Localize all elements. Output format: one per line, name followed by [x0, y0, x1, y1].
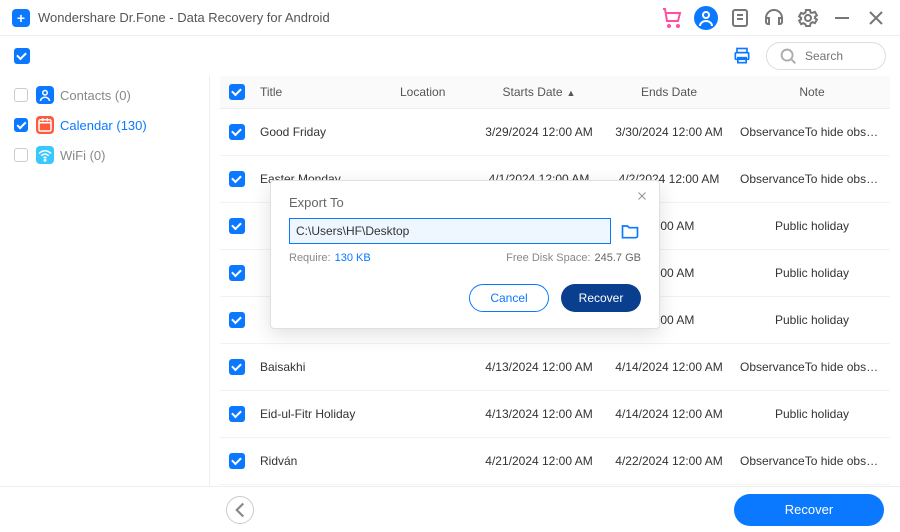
sidebar-item-label: WiFi (0): [60, 148, 106, 163]
search-box[interactable]: [766, 42, 886, 70]
col-starts[interactable]: Starts Date▲: [474, 76, 604, 109]
folder-icon: [619, 221, 641, 241]
sidebar-item-calendar[interactable]: Calendar (130): [14, 110, 209, 140]
cell-note: Public holiday: [734, 250, 890, 297]
table-row[interactable]: Ridván 4/21/2024 12:00 AM4/22/2024 12:00 …: [220, 438, 890, 485]
minimize-button[interactable]: [830, 6, 854, 30]
table-row[interactable]: Good Friday 3/29/2024 12:00 AM3/30/2024 1…: [220, 109, 890, 156]
search-input[interactable]: [805, 49, 875, 63]
sidebar-item-wifi[interactable]: WiFi (0): [14, 140, 209, 170]
cell-ends: 4/14/2024 12:00 AM: [604, 344, 734, 391]
print-icon[interactable]: [732, 46, 752, 66]
sidebar: Contacts (0) Calendar (130) WiFi (0): [0, 76, 210, 486]
row-checkbox[interactable]: [229, 312, 245, 328]
toolbar: [0, 36, 900, 76]
header-checkbox[interactable]: [229, 84, 245, 100]
col-location[interactable]: Location: [394, 76, 474, 109]
recover-button[interactable]: Recover: [734, 494, 884, 526]
cell-ends: 4/14/2024 12:00 AM: [604, 391, 734, 438]
cell-note: ObservanceTo hide observances, go to...: [734, 109, 890, 156]
cell-note: ObservanceTo hide observances, go to...: [734, 156, 890, 203]
calendar-icon: [36, 116, 54, 134]
close-icon: [635, 189, 649, 203]
cell-location: [394, 344, 474, 391]
support-icon[interactable]: [762, 6, 786, 30]
titlebar: + Wondershare Dr.Fone - Data Recovery fo…: [0, 0, 900, 36]
search-icon: [777, 43, 799, 69]
close-button[interactable]: [864, 6, 888, 30]
col-title[interactable]: Title: [254, 76, 394, 109]
wifi-icon: [36, 146, 54, 164]
contacts-icon: [36, 86, 54, 104]
sidebar-item-label: Calendar (130): [60, 118, 147, 133]
cell-starts: 3/29/2024 12:00 AM: [474, 109, 604, 156]
app-logo-icon: +: [12, 9, 30, 27]
app-title: Wondershare Dr.Fone - Data Recovery for …: [38, 10, 330, 25]
cell-location: [394, 391, 474, 438]
cell-note: Public holiday: [734, 297, 890, 344]
footer: Recover: [0, 486, 900, 532]
cell-title: Eid-ul-Fitr Holiday: [254, 391, 394, 438]
cell-starts: 4/13/2024 12:00 AM: [474, 391, 604, 438]
row-checkbox[interactable]: [229, 218, 245, 234]
free-space-label: Free Disk Space:245.7 GB: [506, 252, 641, 264]
browse-folder-button[interactable]: [619, 221, 641, 241]
row-checkbox[interactable]: [229, 124, 245, 140]
account-icon[interactable]: [694, 6, 718, 30]
require-label: Require:130 KB: [289, 252, 371, 264]
cell-starts: 4/13/2024 12:00 AM: [474, 344, 604, 391]
row-checkbox[interactable]: [229, 359, 245, 375]
modal-recover-button[interactable]: Recover: [561, 284, 641, 312]
cell-note: Public holiday: [734, 203, 890, 250]
cell-title: Baisakhi: [254, 344, 394, 391]
cell-note: ObservanceTo hide observances, go to...: [734, 438, 890, 485]
cart-icon[interactable]: [660, 6, 684, 30]
cell-ends: 4/22/2024 12:00 AM: [604, 438, 734, 485]
cell-title: Good Friday: [254, 109, 394, 156]
cell-ends: 3/30/2024 12:00 AM: [604, 109, 734, 156]
col-note[interactable]: Note: [734, 76, 890, 109]
row-checkbox[interactable]: [229, 453, 245, 469]
cell-location: [394, 438, 474, 485]
table-row[interactable]: Baisakhi 4/13/2024 12:00 AM4/14/2024 12:0…: [220, 344, 890, 391]
cell-location: [394, 109, 474, 156]
export-modal: Export To Require:130 KB Free Disk Space…: [270, 180, 660, 329]
cell-note: Public holiday: [734, 391, 890, 438]
cell-starts: 4/21/2024 12:00 AM: [474, 438, 604, 485]
row-checkbox[interactable]: [229, 406, 245, 422]
export-path-input[interactable]: [289, 218, 611, 244]
sidebar-item-contacts[interactable]: Contacts (0): [14, 80, 209, 110]
col-ends[interactable]: Ends Date: [604, 76, 734, 109]
row-checkbox[interactable]: [229, 265, 245, 281]
sidebar-item-label: Contacts (0): [60, 88, 131, 103]
select-all-checkbox[interactable]: [14, 48, 30, 64]
sidebar-checkbox[interactable]: [14, 118, 28, 132]
row-checkbox[interactable]: [229, 171, 245, 187]
modal-cancel-button[interactable]: Cancel: [469, 284, 549, 312]
sidebar-checkbox[interactable]: [14, 88, 28, 102]
modal-close-button[interactable]: [635, 189, 649, 208]
table-row[interactable]: Eid-ul-Fitr Holiday 4/13/2024 12:00 AM4/1…: [220, 391, 890, 438]
settings-icon[interactable]: [796, 6, 820, 30]
cell-title: Ridván: [254, 438, 394, 485]
sort-asc-icon: ▲: [567, 88, 576, 98]
modal-title: Export To: [289, 195, 641, 210]
arrow-left-icon: [227, 497, 253, 523]
cell-note: ObservanceTo hide observances, go to...: [734, 344, 890, 391]
back-button[interactable]: [226, 496, 254, 524]
sidebar-checkbox[interactable]: [14, 148, 28, 162]
notes-icon[interactable]: [728, 6, 752, 30]
